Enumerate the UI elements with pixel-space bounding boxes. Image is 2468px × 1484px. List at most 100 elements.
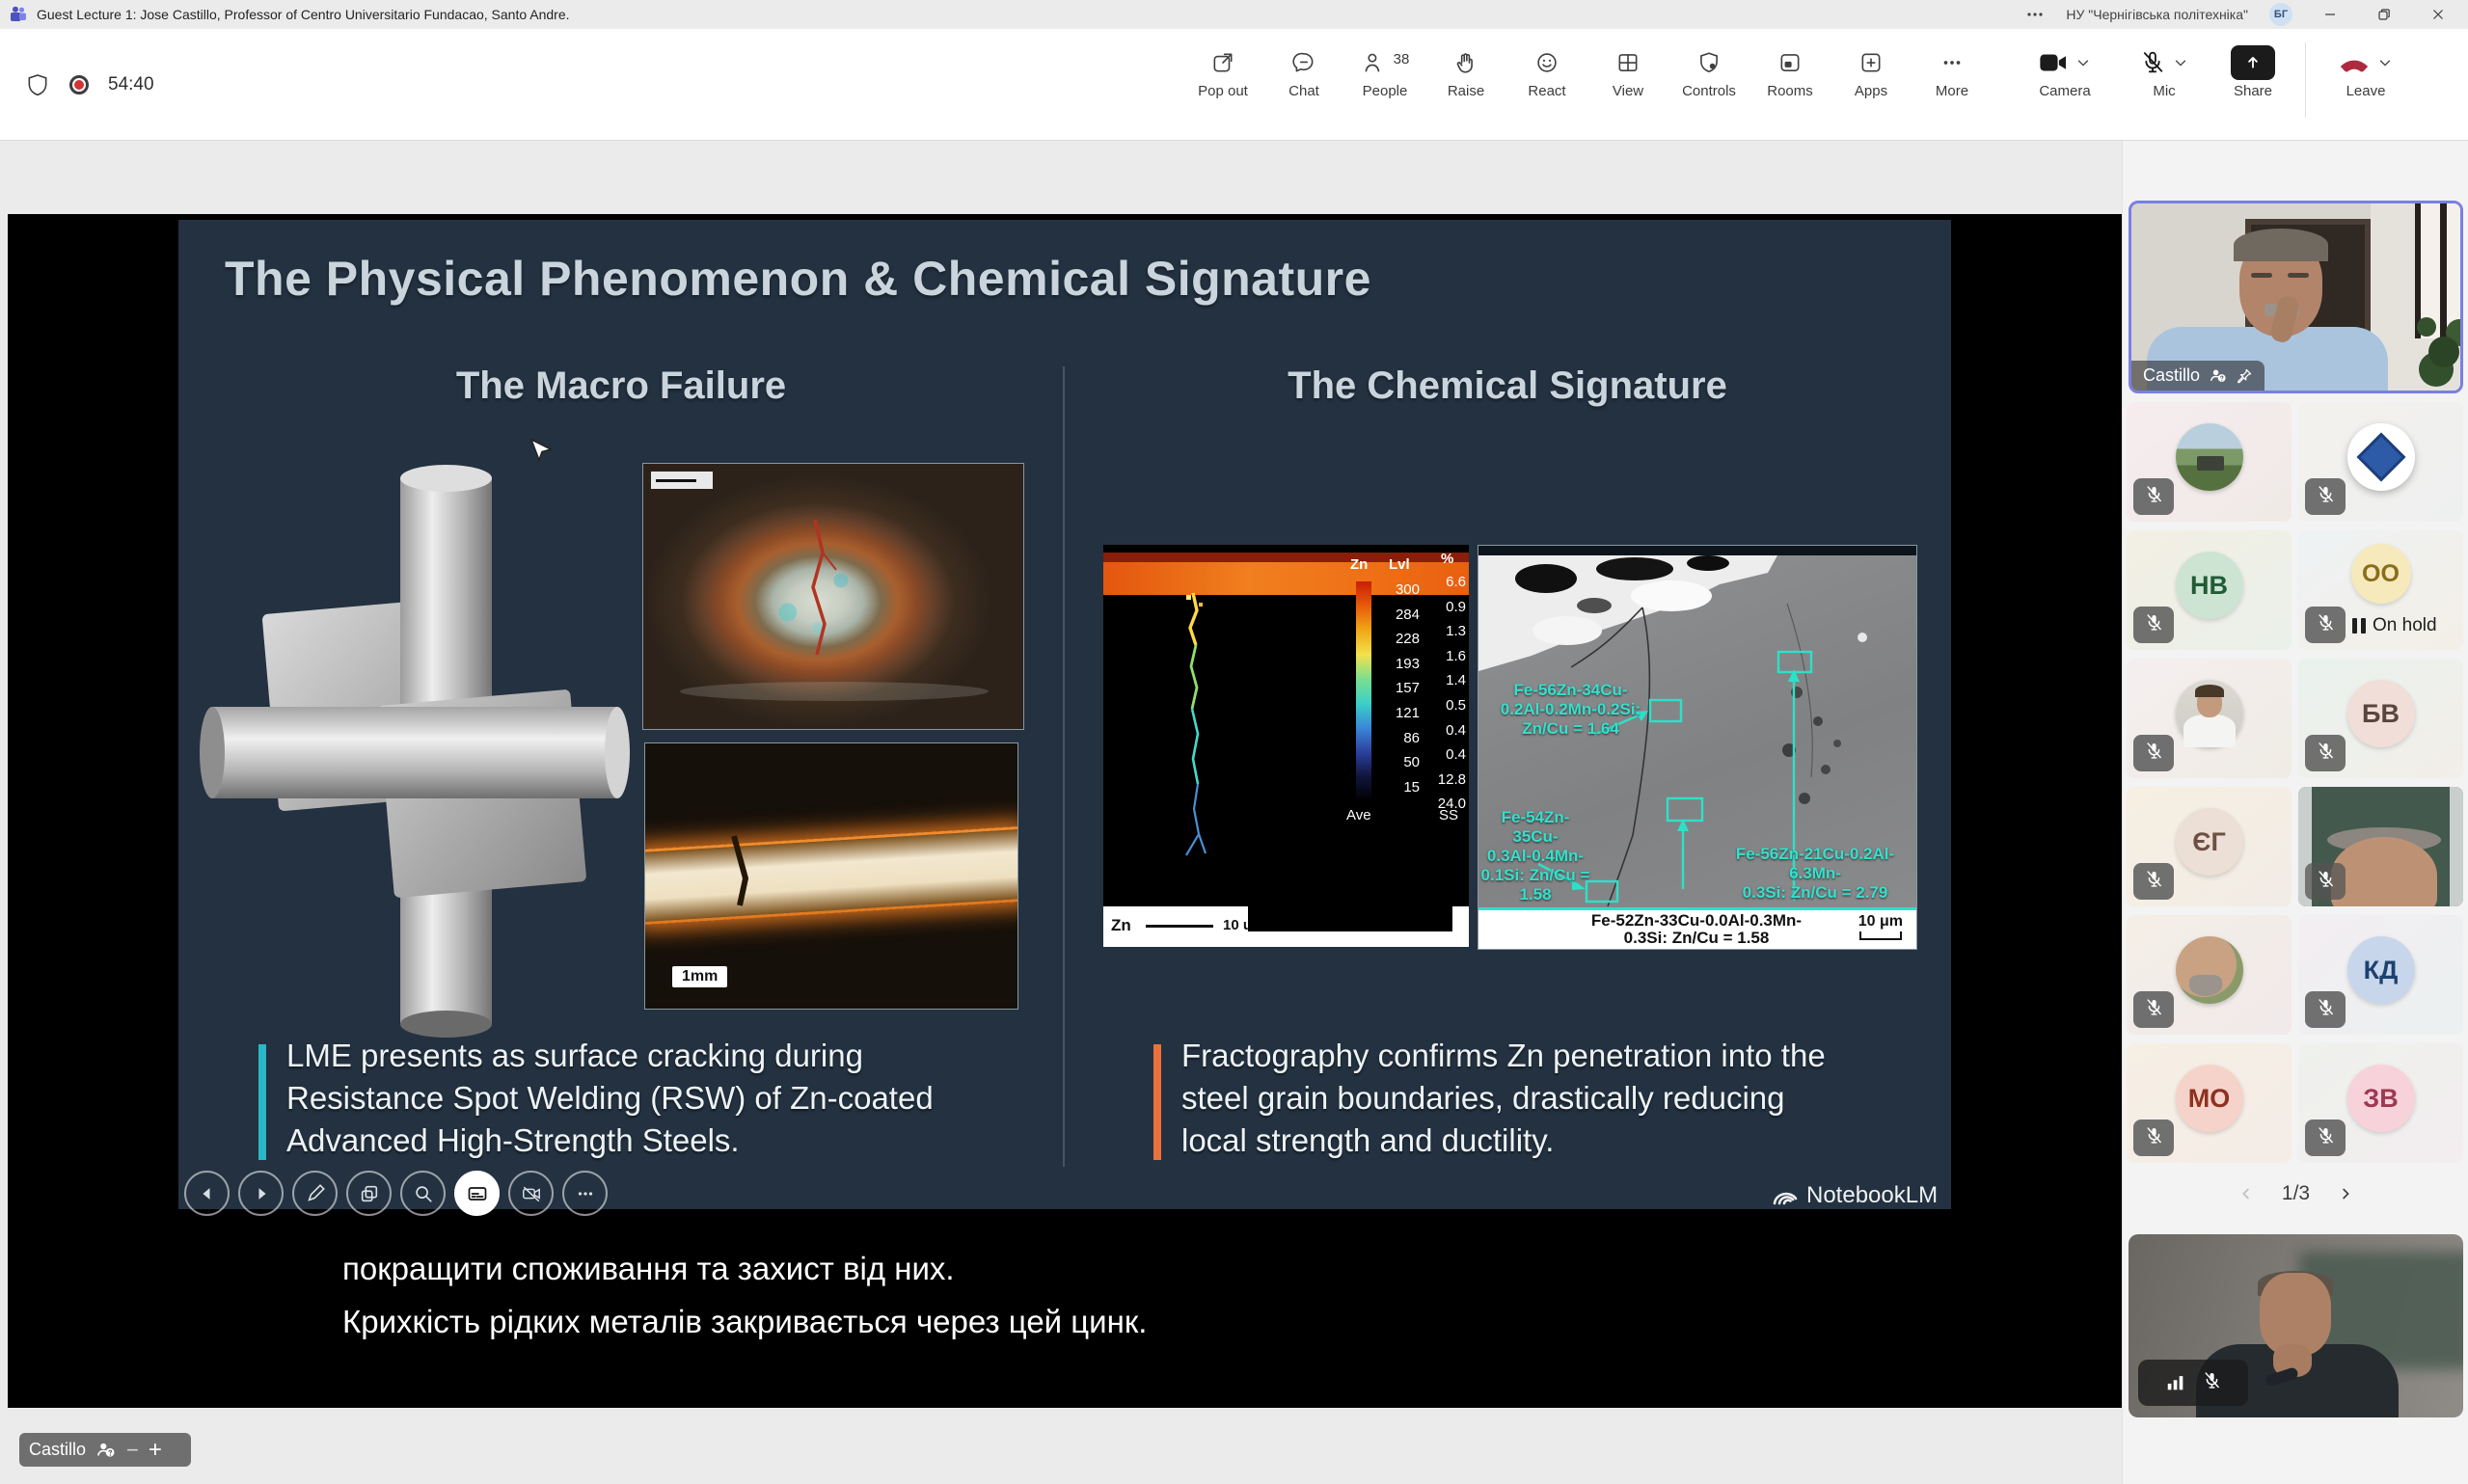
title-bar: Guest Lecture 1: Jose Castillo, Professo…	[0, 0, 2468, 29]
toolbar-item-people[interactable]: 38 People	[1344, 39, 1425, 99]
participant-tile[interactable]: НВ	[2127, 530, 2292, 650]
mic-muted-badge	[2305, 478, 2346, 515]
photo-beard	[2189, 975, 2222, 996]
pause-icon	[2352, 618, 2366, 634]
tenant-name[interactable]: НУ "Чернігівська політехніка"	[2066, 7, 2248, 22]
close-button[interactable]	[2422, 2, 2454, 27]
toolbar-label: View	[1613, 83, 1643, 99]
toolbar-item-react[interactable]: React	[1506, 39, 1587, 99]
participant-tile[interactable]	[2127, 915, 2292, 1035]
eds-ave-label: Ave	[1346, 807, 1371, 823]
eds-level-values: 300284228193157121865015	[1381, 578, 1420, 799]
mic-muted-badge	[2133, 735, 2174, 771]
toolbar-item-controls[interactable]: Controls	[1668, 39, 1749, 99]
toolbar-item-more[interactable]: More	[1912, 39, 1993, 99]
toolbar-camera-button[interactable]: Camera	[2012, 39, 2118, 99]
legend-value: 0.9	[1427, 595, 1466, 620]
mouse-cursor	[529, 438, 554, 467]
react-icon	[1534, 50, 1559, 75]
zoom-in-button[interactable]: +	[149, 1441, 162, 1460]
restore-icon	[2377, 8, 2391, 21]
mic-muted-icon	[2316, 484, 2336, 509]
legend-value: 86	[1381, 726, 1420, 751]
participant-tile[interactable]: ЗВ	[2298, 1043, 2463, 1163]
chevron-left-icon[interactable]	[2237, 1185, 2255, 1202]
right-column-heading: The Chemical Signature	[1064, 364, 1951, 408]
legend-value: 1.4	[1427, 668, 1466, 693]
participant-tile[interactable]: МО	[2127, 1043, 2292, 1163]
account-avatar[interactable]: БГ	[2269, 3, 2292, 26]
slides-panel-button[interactable]	[346, 1171, 392, 1216]
sem-annotation: Fe-54Zn-35Cu- 0.3Al-0.4Mn- 0.1Si: Zn/Cu …	[1478, 808, 1592, 904]
toolbar-item-view[interactable]: View	[1587, 39, 1668, 99]
legend-value: 0.4	[1427, 742, 1466, 768]
toolbar-item-popout[interactable]: Pop out	[1182, 39, 1263, 99]
titlebar-more-icon[interactable]	[2025, 5, 2045, 24]
participant-tile[interactable]: КД	[2298, 915, 2463, 1035]
eds-legend-element: Zn	[1350, 556, 1368, 573]
toolbar-item-apps[interactable]: Apps	[1831, 39, 1912, 99]
participant-tile[interactable]	[2127, 659, 2292, 778]
maximize-button[interactable]	[2368, 2, 2400, 27]
participant-tile[interactable]: БВ	[2298, 659, 2463, 778]
minimize-button[interactable]	[2314, 2, 2346, 27]
toolbar-label: Camera	[2039, 83, 2090, 99]
eds-colorbar	[1356, 581, 1371, 801]
toolbar-mic-button[interactable]: Mic	[2118, 39, 2210, 99]
eds-legend-percent-header: %	[1441, 551, 1453, 567]
chevron-right-icon[interactable]	[2337, 1185, 2354, 1202]
meeting-toolbar: 54:40 Pop out Chat 38 People Raise React…	[0, 29, 2468, 141]
right-bullet-text: Fractography confirms Zn penetration int…	[1181, 1035, 1953, 1162]
zoom-out-button[interactable]: −	[126, 1441, 139, 1460]
video-participant-face	[2331, 837, 2437, 906]
toolbar-item-chat[interactable]: Chat	[1263, 39, 1344, 99]
popout-icon	[1210, 50, 1235, 75]
sem-scale-text: 10 μm	[1858, 913, 1903, 930]
logo-diamond-icon	[2356, 433, 2405, 482]
legend-value: 0.5	[1427, 693, 1466, 718]
active-speaker-tile[interactable]: Castillo	[2129, 201, 2463, 393]
chevron-down-icon[interactable]	[2376, 54, 2394, 71]
toolbar-item-rooms[interactable]: Rooms	[1749, 39, 1831, 99]
chevron-down-icon[interactable]	[2075, 54, 2092, 71]
participant-tile[interactable]	[2127, 402, 2292, 522]
selfview-status-pill	[2138, 1360, 2248, 1406]
left-column-heading: The Macro Failure	[178, 364, 1064, 408]
presenter-pill[interactable]: Castillo − +	[19, 1433, 191, 1467]
more-icon	[1939, 50, 1965, 75]
participant-initials-avatar: НВ	[2176, 552, 2243, 619]
eds-percent-values: 6.60.91.31.61.40.50.40.412.824.0	[1427, 570, 1466, 817]
right-bullet-bar	[1153, 1044, 1161, 1160]
shared-screen-stage: The Physical Phenomenon & Chemical Signa…	[8, 214, 2122, 1408]
share-icon	[2231, 45, 2275, 80]
more-options-button[interactable]	[562, 1171, 608, 1216]
next-slide-button[interactable]	[238, 1171, 284, 1216]
camera-off-button[interactable]	[508, 1171, 554, 1216]
mic-muted-icon	[2144, 741, 2164, 766]
toolbar-share-button[interactable]: Share	[2210, 39, 2295, 99]
legend-value: 15	[1381, 775, 1420, 800]
pin-icon[interactable]	[2237, 367, 2253, 384]
network-signal-icon	[2165, 1372, 2186, 1393]
toolbar-item-raise[interactable]: Raise	[1425, 39, 1506, 99]
previous-slide-button[interactable]	[184, 1171, 230, 1216]
chevron-down-icon[interactable]	[2172, 54, 2189, 71]
camera-off-icon	[521, 1183, 542, 1204]
participant-video-tile[interactable]	[2298, 787, 2463, 906]
mic-muted-icon	[2316, 869, 2336, 894]
legend-value: 1.3	[1427, 619, 1466, 644]
participant-tile[interactable]: ОО On hold	[2298, 530, 2463, 650]
teams-app-icon	[10, 6, 27, 23]
captions-button[interactable]	[454, 1171, 500, 1216]
notebooklm-label: NotebookLM	[1806, 1182, 1938, 1209]
magnify-button[interactable]	[400, 1171, 446, 1216]
annotate-button[interactable]	[292, 1171, 338, 1216]
participant-tile[interactable]: ЄГ	[2127, 787, 2292, 906]
participant-initials-avatar: МО	[2176, 1065, 2243, 1132]
toolbar-leave-button[interactable]: Leave	[2316, 39, 2416, 99]
legend-value: 12.8	[1427, 768, 1466, 793]
participant-tile[interactable]	[2298, 402, 2463, 522]
toolbar-divider	[2305, 42, 2306, 118]
self-view-tile[interactable]	[2129, 1234, 2463, 1417]
recording-indicator	[69, 75, 89, 94]
